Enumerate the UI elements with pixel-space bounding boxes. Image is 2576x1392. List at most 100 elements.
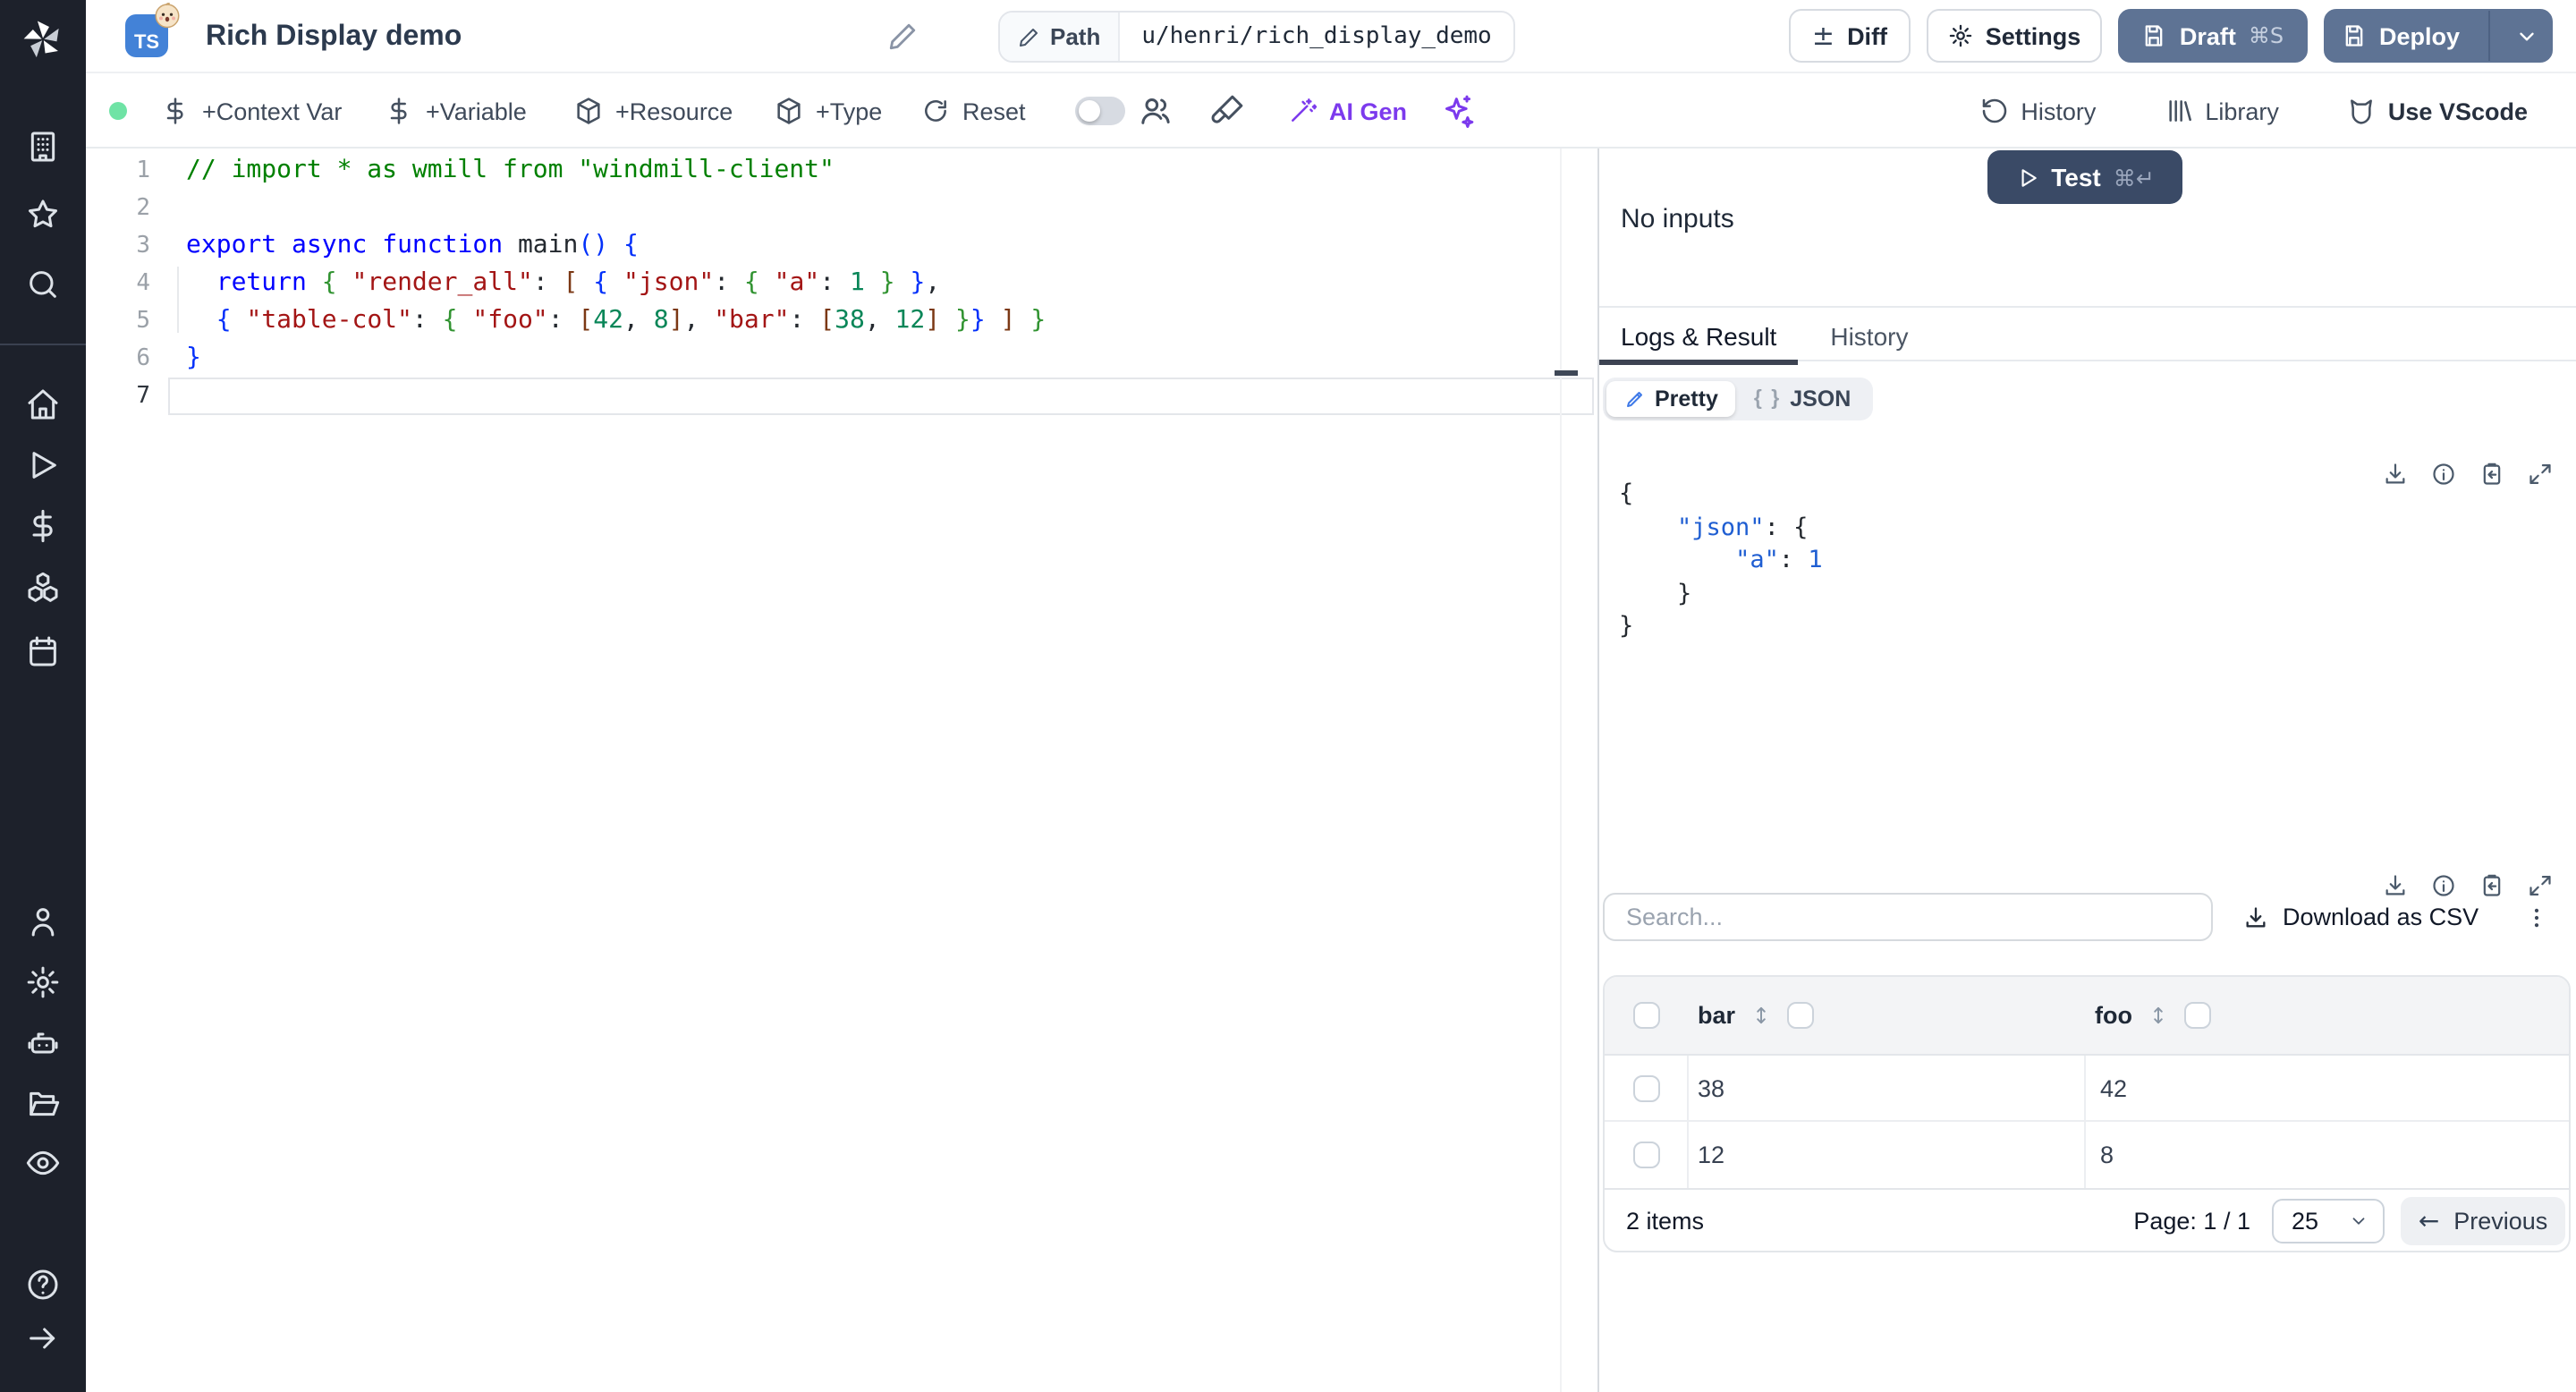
page-label: Page: 1 / 1 bbox=[2133, 1208, 2250, 1235]
reset-button[interactable]: Reset bbox=[921, 73, 1026, 149]
no-inputs-label: No inputs bbox=[1621, 204, 1734, 234]
braces-icon: { } bbox=[1753, 388, 1782, 410]
sidebar-item-audit eye-icon[interactable] bbox=[25, 1145, 61, 1181]
sparkles-icon[interactable] bbox=[1440, 93, 1476, 129]
dollar-icon bbox=[161, 97, 190, 125]
sidebar-item-variables dollar-icon[interactable] bbox=[25, 508, 61, 544]
sidebar-expand arrow-right-icon[interactable] bbox=[25, 1320, 61, 1356]
sidebar-item-schedules calendar-icon[interactable] bbox=[25, 633, 61, 669]
sidebar-item-workspace building-icon[interactable] bbox=[25, 129, 61, 165]
test-button[interactable]: Test ⌘↵ bbox=[1987, 150, 2182, 204]
wand-icon bbox=[1288, 97, 1317, 125]
save-draft-button[interactable]: Draft ⌘S bbox=[2118, 9, 2308, 63]
download-csv-button[interactable]: Download as CSV bbox=[2243, 893, 2479, 941]
add-resource-button[interactable]: +Resource bbox=[574, 73, 733, 149]
info-icon[interactable] bbox=[2431, 462, 2456, 487]
sidebar-item-favorites star-icon[interactable] bbox=[25, 197, 61, 233]
header: TS Rich Display demo Path u/henri/rich_d… bbox=[86, 0, 2576, 73]
deploy-menu-button chevron-down-icon[interactable] bbox=[2503, 11, 2551, 61]
sidebar-item-users user-icon[interactable] bbox=[25, 904, 61, 939]
table-cell: 38 bbox=[1689, 1056, 2086, 1120]
result-json: { "json": { "a": 1 }} bbox=[1619, 480, 1823, 641]
checkbox[interactable] bbox=[1632, 1074, 1659, 1101]
result-view-toggle: Pretty { } JSON bbox=[1603, 378, 1873, 420]
add-type-button[interactable]: +Type bbox=[775, 73, 882, 149]
table-cell: 8 bbox=[2100, 1142, 2114, 1168]
sidebar-item-workers bot-icon[interactable] bbox=[25, 1025, 61, 1061]
code-line: // import * as wmill from "windmill-clie… bbox=[186, 156, 835, 184]
save-icon bbox=[2342, 23, 2367, 48]
add-variable-button[interactable]: +Variable bbox=[385, 73, 527, 149]
path-field[interactable]: Path u/henri/rich_display_demo bbox=[998, 11, 1515, 63]
result-actions bbox=[2383, 462, 2553, 487]
row-select-cell bbox=[1605, 1056, 1689, 1120]
users-icon[interactable] bbox=[1138, 93, 1174, 129]
code-line: } bbox=[186, 344, 201, 372]
path-label-segment: Path bbox=[1000, 13, 1121, 61]
library-button[interactable]: Library bbox=[2164, 73, 2279, 149]
windmill-logo-icon[interactable] bbox=[18, 14, 68, 64]
code-line: return { "render_all": [ { "json": { "a"… bbox=[216, 268, 941, 297]
package-icon bbox=[775, 97, 803, 125]
json-toggle[interactable]: { } JSON bbox=[1736, 381, 1868, 417]
pen-icon bbox=[1624, 388, 1646, 410]
settings-button[interactable]: Settings bbox=[1927, 9, 2102, 63]
add-context-var-button[interactable]: +Context Var bbox=[161, 73, 342, 149]
table-search-input[interactable] bbox=[1603, 893, 2213, 941]
toggle-knob bbox=[1079, 100, 1100, 122]
table-body: 38 42 12 8 bbox=[1605, 1056, 2569, 1188]
sidebar-item-home home-icon[interactable] bbox=[25, 386, 61, 422]
sort-icon[interactable] bbox=[2147, 1002, 2170, 1029]
draft-shortcut: ⌘S bbox=[2248, 23, 2284, 48]
pretty-toggle[interactable]: Pretty bbox=[1606, 381, 1736, 417]
sort-icon[interactable] bbox=[1750, 1002, 1773, 1029]
sidebar-item-settings gear-icon[interactable] bbox=[25, 964, 61, 1000]
sidebar-item-folders folder-open-icon[interactable] bbox=[25, 1086, 61, 1122]
previous-page-button[interactable]: ← Previous bbox=[2401, 1197, 2565, 1245]
table-footer: 2 items Page: 1 / 1 25 ← Previous bbox=[1605, 1188, 2569, 1251]
tab-history[interactable]: History bbox=[1798, 308, 1940, 363]
vscode-cat-icon bbox=[2347, 97, 2376, 125]
history-button[interactable]: History bbox=[1979, 73, 2096, 149]
deploy-split-button: Deploy bbox=[2324, 9, 2553, 63]
line-number: 4 bbox=[136, 270, 150, 297]
ai-gen-button[interactable]: AI Gen bbox=[1288, 73, 1407, 149]
pencil-icon bbox=[1018, 26, 1039, 47]
sidebar-item-search search-icon[interactable] bbox=[25, 267, 61, 302]
page-size-select[interactable]: 25 bbox=[2272, 1199, 2385, 1243]
table-row[interactable]: 38 42 bbox=[1605, 1056, 2569, 1122]
sidebar-divider bbox=[0, 344, 86, 345]
checkbox[interactable] bbox=[1633, 1002, 1660, 1029]
typescript-badge: TS bbox=[125, 2, 180, 57]
checkbox[interactable] bbox=[1632, 1142, 1659, 1168]
path-value[interactable]: u/henri/rich_display_demo bbox=[1120, 13, 1513, 61]
sidebar-item-resources boxes-icon[interactable] bbox=[25, 571, 61, 607]
gear-icon bbox=[1948, 23, 1973, 48]
code-editor[interactable]: 1 2 3 4 5 6 7 // import * as wmill from "windm… bbox=[86, 149, 1597, 1392]
download-icon[interactable] bbox=[2383, 462, 2408, 487]
edit-summary-icon pencil-icon[interactable] bbox=[887, 21, 918, 52]
checkbox[interactable] bbox=[2184, 1002, 2211, 1029]
indent-guide bbox=[177, 267, 179, 333]
save-icon bbox=[2142, 23, 2167, 48]
history-icon bbox=[1979, 97, 2008, 125]
result-table: bar foo 38 42 12 8 2 items Page: 1 / 1 25 ←… bbox=[1603, 975, 2571, 1252]
sidebar-item-runs play-icon[interactable] bbox=[25, 447, 61, 483]
format-brush-icon[interactable] bbox=[1209, 93, 1245, 129]
toolbar-right: History Library Use VScode bbox=[1979, 73, 2528, 149]
tab-logs-result[interactable]: Logs & Result bbox=[1599, 308, 1799, 365]
sidebar bbox=[0, 0, 86, 1392]
table-menu-button kebab-icon[interactable] bbox=[2522, 893, 2551, 941]
diff-mode-toggle[interactable] bbox=[1075, 97, 1125, 125]
expand-icon[interactable] bbox=[2528, 462, 2553, 487]
package-icon bbox=[574, 97, 603, 125]
deploy-button[interactable]: Deploy bbox=[2326, 11, 2476, 61]
clipboard-copy-icon[interactable] bbox=[2479, 462, 2504, 487]
sidebar-item-help help-icon[interactable] bbox=[25, 1267, 61, 1303]
download-icon bbox=[2243, 904, 2268, 929]
checkbox[interactable] bbox=[1787, 1002, 1815, 1029]
use-vscode-button[interactable]: Use VScode bbox=[2347, 73, 2528, 149]
diff-button[interactable]: ± Diff bbox=[1789, 9, 1911, 63]
table-row[interactable]: 12 8 bbox=[1605, 1122, 2569, 1188]
clipboard-copy-icon[interactable] bbox=[2479, 873, 2504, 898]
